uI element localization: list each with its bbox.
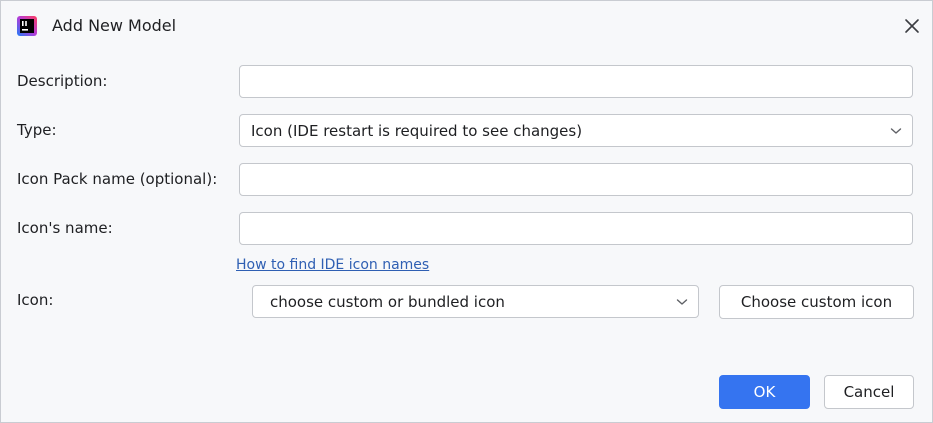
icon-selected-value: choose custom or bundled icon	[270, 293, 505, 311]
icon-name-input[interactable]	[239, 212, 913, 245]
type-selected-value: Icon (IDE restart is required to see cha…	[251, 122, 583, 140]
help-link-icon-names[interactable]: How to find IDE icon names	[236, 256, 429, 274]
icon-pack-name-input[interactable]	[239, 163, 913, 196]
add-new-model-dialog: Add New Model Description: Type: Icon (I…	[0, 0, 933, 423]
title-bar: Add New Model	[1, 1, 932, 51]
description-label: Description:	[17, 72, 108, 90]
type-label: Type:	[17, 121, 57, 139]
ok-button[interactable]: OK	[719, 375, 810, 409]
icon-label: Icon:	[17, 291, 54, 309]
type-dropdown[interactable]: Icon (IDE restart is required to see cha…	[239, 114, 913, 147]
description-input[interactable]	[239, 65, 913, 98]
chevron-down-icon	[890, 128, 902, 134]
icon-pack-name-label: Icon Pack name (optional):	[17, 170, 218, 188]
icon-name-label: Icon's name:	[17, 219, 113, 237]
intellij-app-icon	[17, 16, 37, 36]
cancel-button[interactable]: Cancel	[824, 375, 914, 409]
choose-custom-icon-button[interactable]: Choose custom icon	[719, 285, 914, 319]
close-icon[interactable]	[903, 17, 921, 35]
chevron-down-icon	[676, 299, 688, 305]
dialog-title: Add New Model	[52, 16, 177, 35]
icon-dropdown[interactable]: choose custom or bundled icon	[252, 285, 699, 318]
